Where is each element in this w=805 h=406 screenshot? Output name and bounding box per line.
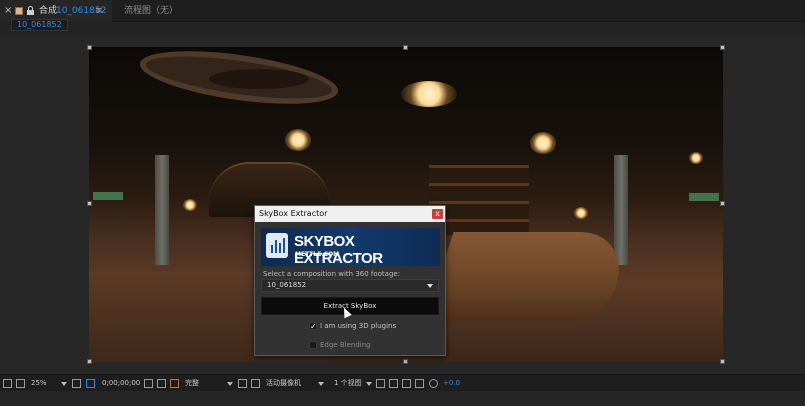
chevron-down-icon[interactable] xyxy=(227,382,233,386)
skybox-logo-icon xyxy=(266,233,288,258)
dialog-title[interactable]: SkyBox Extractor xyxy=(255,206,445,222)
banner-subtitle: METTLE.COM xyxy=(295,251,340,258)
ceiling-light xyxy=(689,152,703,164)
transform-handle[interactable] xyxy=(87,359,92,364)
transform-handle[interactable] xyxy=(720,45,725,50)
pixel-aspect-icon[interactable] xyxy=(376,379,385,388)
chevron-down-icon xyxy=(427,284,433,288)
chevron-down-icon[interactable] xyxy=(366,382,372,386)
views-dropdown[interactable]: 1 个视图 xyxy=(334,378,362,389)
wall-sign xyxy=(93,192,123,200)
mask-visibility-icon[interactable] xyxy=(86,379,95,388)
viewer-toolbar: 25% 0;00;00;00 完整 活动摄像机 1 个视图 +0.0 xyxy=(0,374,805,391)
timecode[interactable]: 0;00;00;00 xyxy=(102,378,140,389)
transform-handle[interactable] xyxy=(87,45,92,50)
breadcrumb-row xyxy=(0,22,805,34)
chevron-down-icon[interactable] xyxy=(61,382,67,386)
wooden-table xyxy=(424,232,634,322)
resolution-dropdown[interactable]: 完整 xyxy=(185,378,199,389)
after-effects-window: × 合成 10_061852 ≡ 流程图（无） 10_061852 SkyBox… xyxy=(0,0,805,406)
timeline-icon[interactable] xyxy=(402,379,411,388)
show-snapshot-icon[interactable] xyxy=(157,379,166,388)
pillar xyxy=(155,155,169,265)
ceiling-light xyxy=(401,81,457,107)
monitor-icon[interactable] xyxy=(16,379,25,388)
snapshot-icon[interactable] xyxy=(144,379,153,388)
skybox-extractor-dialog: SkyBox Extractor x SKYBOX EXTRACTOR METT… xyxy=(254,205,446,356)
use-3d-plugins-checkbox[interactable]: ✓ xyxy=(309,322,317,331)
extract-skybox-button[interactable]: Extract SkyBox xyxy=(261,297,439,319)
pillar xyxy=(614,155,628,265)
ceiling-light xyxy=(574,207,588,219)
transform-handle[interactable] xyxy=(87,201,92,206)
transform-handle[interactable] xyxy=(403,45,408,50)
transform-handle[interactable] xyxy=(720,359,725,364)
ceiling-recess xyxy=(209,69,309,89)
fast-preview-icon[interactable] xyxy=(389,379,398,388)
transparency-grid-icon[interactable] xyxy=(251,379,260,388)
composition-icon xyxy=(15,7,23,15)
breadcrumb[interactable]: 10_061852 xyxy=(11,19,68,31)
extract-skybox-label: Extract SkyBox xyxy=(323,302,377,310)
composition-dropdown-value: 10_061852 xyxy=(267,281,307,289)
flowchart-icon[interactable] xyxy=(415,379,424,388)
wall-sign xyxy=(689,193,719,201)
exposure-reset-icon[interactable] xyxy=(429,379,438,388)
chevron-down-icon[interactable] xyxy=(318,382,324,386)
close-tab-icon[interactable]: × xyxy=(4,5,12,17)
ceiling-light xyxy=(285,129,311,151)
composition-tab-bar: × 合成 10_061852 ≡ 流程图（无） xyxy=(0,0,805,22)
transform-handle[interactable] xyxy=(403,359,408,364)
composition-prompt: Select a composition with 360 footage: xyxy=(263,270,401,278)
edge-blending-checkbox[interactable] xyxy=(309,341,317,349)
composition-panel-label: 合成 xyxy=(39,6,58,16)
zoom-dropdown[interactable]: 25% xyxy=(31,378,47,389)
use-3d-plugins-label: I am using 3D plugins xyxy=(320,322,397,330)
camera-dropdown[interactable]: 活动摄像机 xyxy=(266,378,301,389)
lock-icon[interactable] xyxy=(27,6,34,15)
color-channel-icon[interactable] xyxy=(170,379,179,388)
skybox-banner: SKYBOX EXTRACTOR METTLE.COM xyxy=(261,228,440,266)
safe-margins-icon[interactable] xyxy=(72,379,81,388)
panel-footer xyxy=(0,391,805,406)
transform-handle[interactable] xyxy=(720,201,725,206)
panel-menu-icon[interactable]: ≡ xyxy=(95,5,103,17)
ceiling-light xyxy=(530,132,556,154)
flowchart-tab[interactable]: 流程图（无） xyxy=(124,5,178,17)
banner-title: SKYBOX EXTRACTOR xyxy=(294,233,383,266)
region-of-interest-icon[interactable] xyxy=(238,379,247,388)
composition-dropdown[interactable]: 10_061852 xyxy=(261,279,439,292)
ceiling-light xyxy=(183,199,197,211)
exposure-value[interactable]: +0.0 xyxy=(443,378,460,389)
close-dialog-button[interactable]: x xyxy=(432,209,443,219)
edge-blending-label: Edge Blending xyxy=(320,341,371,349)
always-preview-icon[interactable] xyxy=(3,379,12,388)
